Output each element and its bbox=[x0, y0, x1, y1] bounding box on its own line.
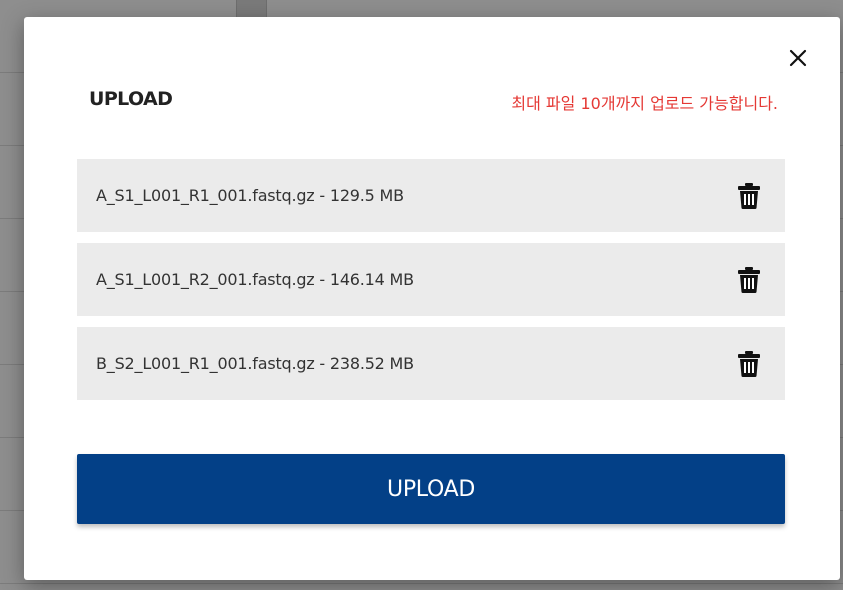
delete-file-button[interactable] bbox=[737, 266, 761, 294]
modal-title: UPLOAD bbox=[89, 88, 173, 110]
file-name: A_S1_L001_R2_001.fastq.gz - 146.14 MB bbox=[96, 270, 414, 289]
file-name: B_S2_L001_R1_001.fastq.gz - 238.52 MB bbox=[96, 354, 414, 373]
file-list: A_S1_L001_R1_001.fastq.gz - 129.5 MB A_S… bbox=[77, 159, 785, 411]
file-row: A_S1_L001_R2_001.fastq.gz - 146.14 MB bbox=[77, 243, 785, 316]
upload-modal: UPLOAD 최대 파일 10개까지 업로드 가능합니다. A_S1_L001_… bbox=[24, 17, 840, 580]
close-icon bbox=[789, 49, 807, 67]
trash-icon bbox=[738, 350, 760, 377]
file-row: B_S2_L001_R1_001.fastq.gz - 238.52 MB bbox=[77, 327, 785, 400]
trash-icon bbox=[738, 266, 760, 293]
background-strip bbox=[236, 0, 266, 18]
delete-file-button[interactable] bbox=[737, 350, 761, 378]
file-limit-notice: 최대 파일 10개까지 업로드 가능합니다. bbox=[511, 94, 778, 113]
close-button[interactable] bbox=[786, 46, 810, 70]
upload-button[interactable]: UPLOAD bbox=[77, 454, 785, 524]
delete-file-button[interactable] bbox=[737, 182, 761, 210]
file-name: A_S1_L001_R1_001.fastq.gz - 129.5 MB bbox=[96, 186, 404, 205]
file-row: A_S1_L001_R1_001.fastq.gz - 129.5 MB bbox=[77, 159, 785, 232]
trash-icon bbox=[738, 182, 760, 209]
